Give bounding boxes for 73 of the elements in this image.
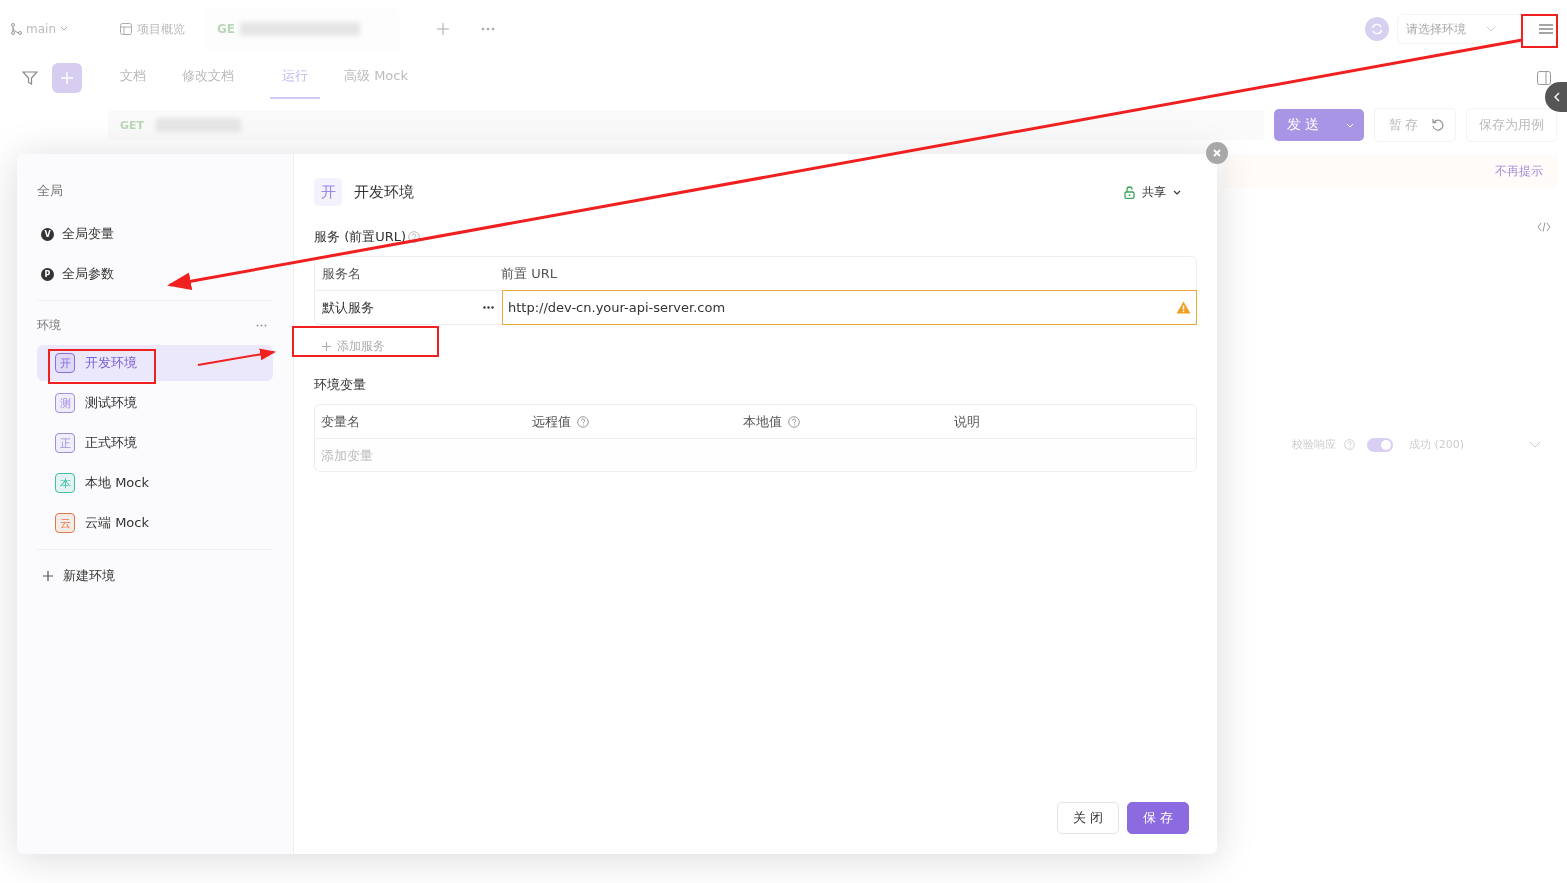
environment-item[interactable]: 云 云端 Mock xyxy=(37,505,273,541)
environment-item[interactable]: 测 测试环境 xyxy=(37,385,273,421)
sidebar-item[interactable]: P 全局参数 xyxy=(37,254,273,294)
caret-icon[interactable] xyxy=(1346,122,1354,128)
environment-badge: 开 xyxy=(55,353,75,373)
lock-icon xyxy=(1124,185,1135,199)
help-icon xyxy=(408,231,421,243)
code-icon[interactable] xyxy=(1537,222,1551,232)
environment-item[interactable]: 正 正式环境 xyxy=(37,425,273,461)
environment-item[interactable]: 本 本地 Mock xyxy=(37,465,273,501)
add-service-button[interactable]: 添加服务 xyxy=(314,332,452,360)
tab[interactable]: 修改文档 xyxy=(182,57,246,99)
branch-name[interactable]: main xyxy=(26,22,56,36)
environment-item[interactable]: 开 开发环境 xyxy=(37,345,273,381)
filter-icon[interactable] xyxy=(22,71,38,85)
caret-icon xyxy=(1486,26,1496,32)
plus-icon xyxy=(61,72,73,84)
environment-badge: 开 xyxy=(314,178,342,206)
plus-icon xyxy=(43,571,53,581)
close-icon xyxy=(1213,149,1221,157)
add-button[interactable] xyxy=(52,63,82,93)
url-input[interactable]: http://dev-cn.your-api-server.com xyxy=(502,290,1197,325)
new-environment-button[interactable]: 新建环境 xyxy=(37,556,273,596)
branch-icon xyxy=(10,23,22,35)
table-cell: 默认服务 xyxy=(322,298,374,317)
variable-name-input[interactable]: 添加变量 xyxy=(321,443,521,467)
help-icon xyxy=(788,415,800,428)
section-heading: 全局 xyxy=(37,182,64,200)
send-button[interactable]: 发送 xyxy=(1274,109,1364,141)
environment-badge: 测 xyxy=(55,393,75,413)
reset-icon[interactable] xyxy=(1431,118,1445,132)
refresh-button[interactable] xyxy=(1365,17,1389,41)
plus-icon xyxy=(322,341,331,351)
layout-icon xyxy=(120,23,132,35)
environment-select[interactable]: 请选择环境 xyxy=(1397,14,1525,44)
share-dropdown[interactable]: 共享 xyxy=(1124,183,1197,201)
tab[interactable]: 运行 xyxy=(270,57,320,99)
caret-icon xyxy=(1173,189,1181,195)
environment-badge: 云 xyxy=(55,513,75,533)
column-header: 本地值 xyxy=(743,412,782,431)
more-icon[interactable] xyxy=(483,306,494,309)
save-as-case-button[interactable]: 保存为用例 xyxy=(1466,108,1557,142)
plus-icon[interactable] xyxy=(437,23,449,35)
column-header: 前置 URL xyxy=(500,264,557,283)
refresh-icon xyxy=(1370,22,1384,36)
section-heading: 环境变量 xyxy=(314,376,367,394)
section-heading: 环境 xyxy=(37,316,61,334)
collapse-handle[interactable] xyxy=(1545,82,1567,112)
tab[interactable]: 文档 xyxy=(120,57,158,99)
close-button[interactable]: 关 闭 xyxy=(1056,802,1119,834)
save-button[interactable]: 保 存 xyxy=(1126,802,1189,834)
column-header: 服务名 xyxy=(321,264,362,283)
close-button[interactable] xyxy=(1206,142,1228,164)
column-header: 远程值 xyxy=(532,412,571,431)
dialog-title: 开发环境 xyxy=(354,182,414,202)
environment-badge: 正 xyxy=(55,433,75,453)
help-icon xyxy=(1344,439,1355,450)
menu-icon[interactable] xyxy=(1539,24,1553,34)
chevron-icon[interactable] xyxy=(1529,441,1541,448)
dismiss-link[interactable]: 不再提示 xyxy=(1495,162,1543,180)
caret-icon xyxy=(60,26,68,32)
sidebar-item[interactable]: V 全局变量 xyxy=(37,214,273,254)
column-header: 变量名 xyxy=(321,412,360,431)
tab[interactable]: 项目概览 xyxy=(108,7,197,51)
panel-icon[interactable] xyxy=(1537,71,1551,85)
help-icon xyxy=(577,415,589,428)
annotation-box xyxy=(1521,14,1558,48)
environment-badge: 本 xyxy=(55,473,75,493)
url-field[interactable]: GET xyxy=(108,110,1264,140)
tab[interactable]: 高级 Mock xyxy=(344,57,420,99)
column-header: 说明 xyxy=(954,412,980,431)
validate-toggle[interactable] xyxy=(1367,437,1393,452)
section-heading: 服务 (前置URL) xyxy=(314,228,407,246)
